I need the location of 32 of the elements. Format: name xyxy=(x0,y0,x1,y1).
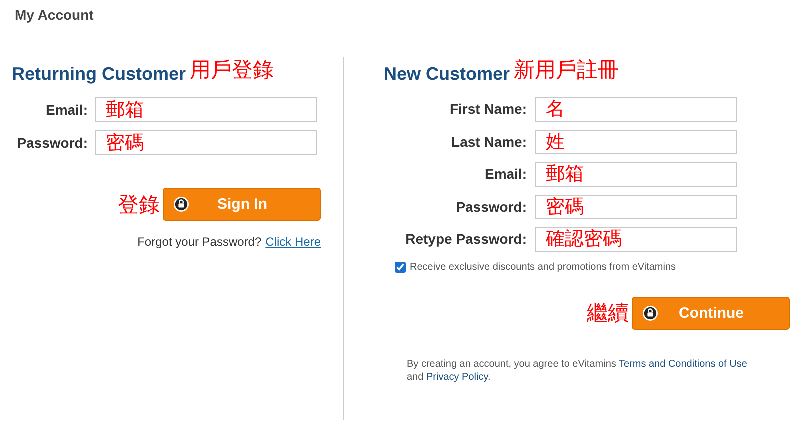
forgot-text: Forgot your Password? xyxy=(138,235,262,249)
input-field[interactable]: 密碼 xyxy=(535,194,737,219)
section-heading: New Customer xyxy=(384,63,510,85)
field-label: Email: xyxy=(484,166,527,182)
field-label: Retype Password: xyxy=(404,231,527,248)
section-heading: Returning Customer xyxy=(12,63,186,85)
input-field[interactable]: 確認密碼 xyxy=(535,227,737,252)
field-label: Last Name: xyxy=(450,134,527,150)
input-field[interactable]: 郵箱 xyxy=(95,97,317,122)
click-here-link[interactable]: Click Here xyxy=(266,235,321,249)
field-label: First Name: xyxy=(448,101,527,118)
field-label: Password: xyxy=(455,198,527,215)
terms-text: By creating an account, you agree to eVitamins Terms and Conditions of Use and Privacy Policy. xyxy=(407,358,748,384)
input-field[interactable]: 郵箱 xyxy=(535,162,737,186)
continue-button[interactable]: Continue xyxy=(632,296,790,330)
sign-in-button[interactable]: Sign In xyxy=(163,188,321,221)
input-field[interactable]: 姓 xyxy=(535,130,737,154)
field-label: Email: xyxy=(44,102,88,118)
annotation-text: 登錄 xyxy=(118,192,160,218)
terms-link[interactable]: Terms and Conditions of Use xyxy=(618,358,748,370)
input-field[interactable]: 密碼 xyxy=(95,130,317,155)
annotation-text: 用戶登錄 xyxy=(190,57,274,84)
field-label: Password: xyxy=(16,134,88,150)
lock-icon xyxy=(174,197,189,212)
annotation-text: 繼續 xyxy=(587,300,629,327)
lock-icon xyxy=(643,306,658,320)
checkbox[interactable] xyxy=(395,262,406,272)
annotation-text: 新用戶註冊 xyxy=(514,57,620,84)
page-title: My Account xyxy=(14,6,95,25)
checkbox-label: Receive exclusive discounts and promotions from eVitamins xyxy=(410,262,676,272)
input-field[interactable]: 名 xyxy=(535,97,737,122)
privacy-link[interactable]: Privacy Policy xyxy=(426,372,488,382)
